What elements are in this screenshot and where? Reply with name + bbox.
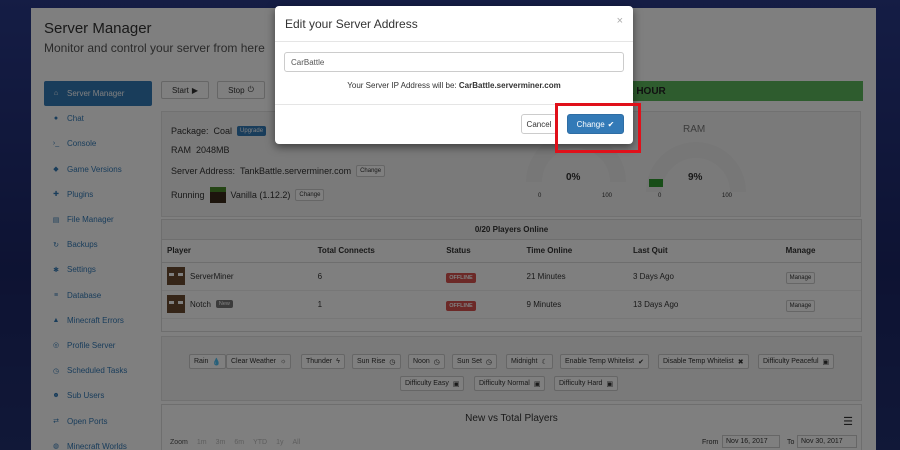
ip-preview-value: CarBattle.serverminer.com bbox=[458, 81, 561, 90]
highlight-box bbox=[555, 103, 641, 153]
server-address-input[interactable]: CarBattle bbox=[284, 52, 624, 72]
ip-preview-prefix: Your Server IP Address will be: bbox=[347, 81, 459, 90]
modal-header-divider bbox=[275, 41, 633, 42]
close-icon[interactable]: × bbox=[617, 15, 623, 27]
cancel-button[interactable]: Cancel bbox=[521, 114, 557, 134]
ip-preview-text: Your Server IP Address will be: CarBattl… bbox=[275, 81, 633, 90]
modal-title: Edit your Server Address bbox=[285, 17, 418, 31]
